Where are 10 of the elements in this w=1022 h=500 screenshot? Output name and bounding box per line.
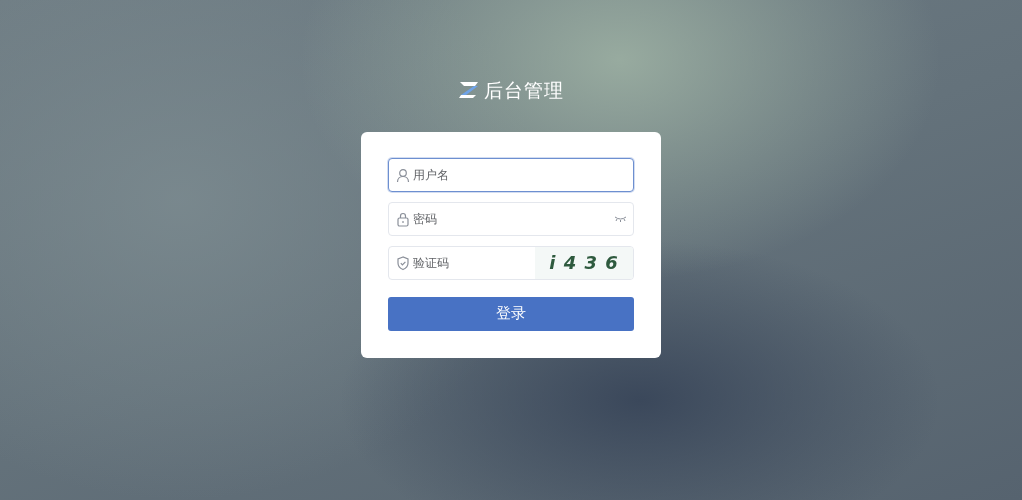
app-title: 后台管理 [484, 78, 564, 103]
username-field[interactable]: 用户名 [388, 157, 634, 192]
captcha-image[interactable]: i 4 3 6 [535, 246, 633, 279]
lock-icon [396, 211, 410, 227]
user-icon [396, 167, 410, 183]
shield-icon [396, 255, 410, 271]
logo-icon [458, 81, 480, 100]
login-button[interactable]: 登录 [388, 296, 634, 331]
eye-closed-icon[interactable] [614, 214, 627, 223]
password-field[interactable]: 密码 [388, 201, 634, 236]
